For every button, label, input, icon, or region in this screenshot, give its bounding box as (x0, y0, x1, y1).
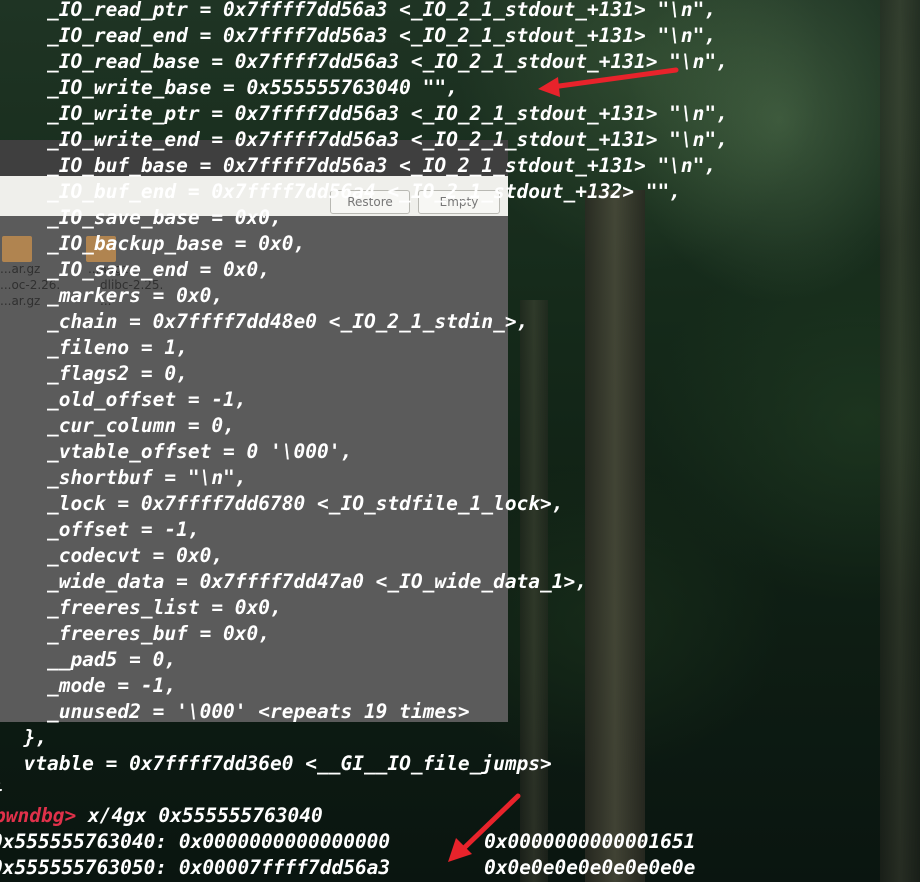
gdb-output-line: _chain = 0x7ffff7dd48e0 <_IO_2_1_stdin_>… (0, 310, 529, 333)
gdb-output-line: _IO_read_end = 0x7ffff7dd56a3 <_IO_2_1_s… (0, 24, 717, 47)
gdb-output-line: vtable = 0x7ffff7dd36e0 <__GI__IO_file_j… (0, 752, 552, 775)
gdb-output-line: _wide_data = 0x7ffff7dd47a0 <_IO_wide_da… (0, 570, 587, 593)
gdb-output-line: _IO_save_end = 0x0, (0, 258, 271, 281)
gdb-output-line: _old_offset = -1, (0, 388, 247, 411)
gdb-output-line: _cur_column = 0, (0, 414, 235, 437)
gdb-output-line: _mode = -1, (0, 674, 177, 697)
memory-dump-line: 0x555555763050: 0x00007ffff7dd56a3 0x0e0… (0, 856, 696, 879)
gdb-output-line: }, (0, 726, 47, 749)
gdb-output-line: _unused2 = '\000' <repeats 19 times> (0, 700, 470, 723)
gdb-output-line: _IO_write_end = 0x7ffff7dd56a3 <_IO_2_1_… (0, 128, 728, 151)
gdb-output-line: _fileno = 1, (0, 336, 188, 359)
memory-dump-line: 0x555555763040: 0x0000000000000000 0x000… (0, 830, 696, 853)
gdb-output-line: _IO_read_ptr = 0x7ffff7dd56a3 <_IO_2_1_s… (0, 0, 717, 21)
gdb-output-line: _lock = 0x7ffff7dd6780 <_IO_stdfile_1_lo… (0, 492, 564, 515)
gdb-output-line: _freeres_list = 0x0, (0, 596, 282, 619)
gdb-output-line: _IO_write_ptr = 0x7ffff7dd56a3 <_IO_2_1_… (0, 102, 728, 125)
gdb-output-line: _flags2 = 0, (0, 362, 188, 385)
red-arrow-icon (538, 67, 679, 97)
gdb-output-line: _IO_backup_base = 0x0, (0, 232, 306, 255)
command-line[interactable]: pwndbg> x/4gx 0x555555763040 (0, 803, 323, 829)
gdb-output-line: _shortbuf = "\n", (0, 466, 247, 489)
red-arrow-icon (448, 793, 521, 862)
gdb-output-line: _markers = 0x0, (0, 284, 224, 307)
gdb-output-line: } (0, 777, 4, 803)
gdb-output-line: _IO_buf_base = 0x7ffff7dd56a3 <_IO_2_1_s… (0, 154, 717, 177)
gdb-output-line: _codecvt = 0x0, (0, 544, 224, 567)
tree-trunk (880, 0, 920, 882)
gdb-output-line: _IO_write_base = 0x555555763040 "", (0, 76, 458, 99)
gdb-output-line: _offset = -1, (0, 518, 200, 541)
gdb-output-line: _freeres_buf = 0x0, (0, 622, 271, 645)
tree-trunk (585, 190, 645, 882)
gdb-output-line: _IO_buf_end = 0x7ffff7dd56a4 <_IO_2_1_st… (0, 180, 681, 203)
gdb-output-line: _vtable_offset = 0 '\000', (0, 440, 353, 463)
gdb-output-line: _IO_save_base = 0x0, (0, 206, 282, 229)
gdb-output-line: __pad5 = 0, (0, 648, 177, 671)
pwndbg-prompt: pwndbg> (0, 804, 77, 827)
command-text: x/4gx 0x555555763040 (76, 804, 323, 827)
